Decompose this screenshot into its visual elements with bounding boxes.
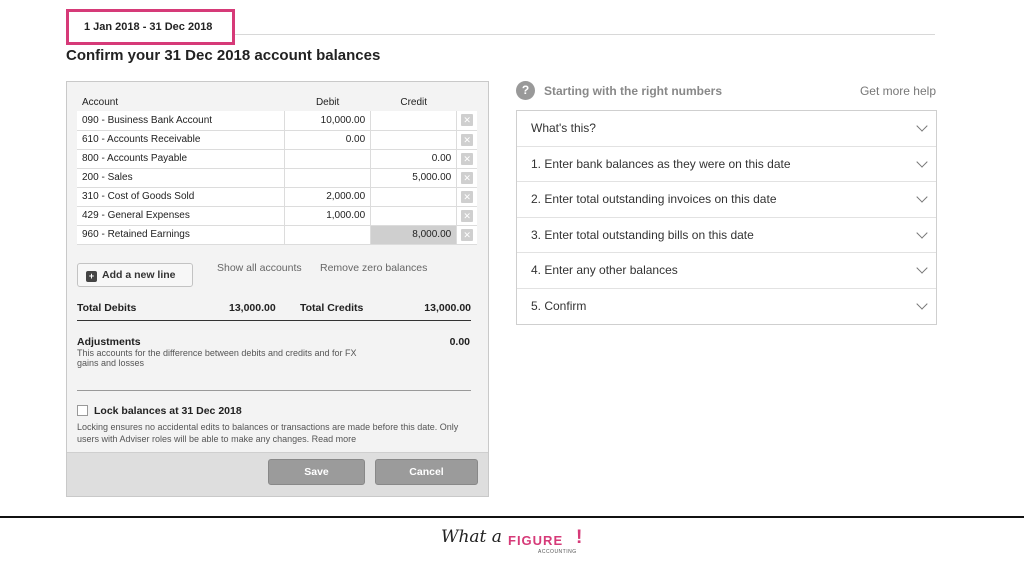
footer-rule bbox=[0, 516, 1024, 518]
header-credit: Credit bbox=[400, 96, 428, 108]
account-cell[interactable]: 429 - General Expenses bbox=[77, 206, 286, 226]
credit-cell[interactable]: 0.00 bbox=[370, 149, 458, 169]
panel-footer: Save Cancel bbox=[67, 452, 488, 496]
credit-cell[interactable]: 5,000.00 bbox=[370, 168, 458, 188]
delete-row-icon[interactable]: ✕ bbox=[461, 152, 474, 165]
save-button[interactable]: Save bbox=[268, 459, 365, 485]
accounts-table: Account Debit Credit 090 - Business Bank… bbox=[77, 93, 477, 245]
divider bbox=[77, 390, 471, 391]
credit-cell[interactable] bbox=[370, 130, 458, 150]
delete-row-icon[interactable]: ✕ bbox=[461, 133, 474, 146]
debit-cell[interactable]: 10,000.00 bbox=[284, 111, 372, 131]
table-row: 800 - Accounts Payable 0.00 ✕ bbox=[77, 149, 477, 169]
delete-row-icon[interactable]: ✕ bbox=[461, 209, 474, 222]
account-cell[interactable]: 200 - Sales bbox=[77, 168, 286, 188]
delete-row-icon[interactable]: ✕ bbox=[461, 228, 474, 241]
question-icon: ? bbox=[516, 81, 535, 100]
account-cell[interactable]: 310 - Cost of Goods Sold bbox=[77, 187, 286, 207]
date-range-tab[interactable]: 1 Jan 2018 - 31 Dec 2018 bbox=[66, 9, 235, 45]
delete-row-icon[interactable]: ✕ bbox=[461, 171, 474, 184]
adjustments-value: 0.00 bbox=[449, 336, 470, 348]
accordion-item-label: 1. Enter bank balances as they were on t… bbox=[531, 156, 791, 171]
add-new-line-button[interactable]: + Add a new line bbox=[77, 263, 193, 287]
delete-row-icon[interactable]: ✕ bbox=[461, 114, 474, 127]
chevron-down-icon bbox=[916, 262, 928, 274]
brand-subtitle: ACCOUNTING bbox=[538, 549, 577, 555]
total-credits-value: 13,000.00 bbox=[424, 302, 471, 314]
accordion-item-whats-this[interactable]: What's this? bbox=[517, 111, 936, 147]
balances-panel: Account Debit Credit 090 - Business Bank… bbox=[66, 81, 489, 497]
chevron-down-icon bbox=[916, 191, 928, 203]
account-cell[interactable]: 960 - Retained Earnings bbox=[77, 225, 286, 245]
credit-cell[interactable] bbox=[370, 206, 458, 226]
cancel-button[interactable]: Cancel bbox=[375, 459, 478, 485]
table-row: 200 - Sales 5,000.00 ✕ bbox=[77, 168, 477, 188]
credit-cell-locked: 8,000.00 bbox=[370, 225, 458, 245]
credit-cell[interactable] bbox=[370, 111, 458, 131]
table-row: 310 - Cost of Goods Sold 2,000.00 ✕ bbox=[77, 187, 477, 207]
table-row: 090 - Business Bank Account 10,000.00 ✕ bbox=[77, 111, 477, 131]
totals-row: Total Debits 13,000.00 Total Credits 13,… bbox=[77, 297, 471, 321]
chevron-down-icon bbox=[916, 120, 928, 132]
total-credits-label: Total Credits bbox=[300, 302, 364, 314]
help-title: Starting with the right numbers bbox=[544, 84, 723, 98]
accordion-item-invoices[interactable]: 2. Enter total outstanding invoices on t… bbox=[517, 182, 936, 218]
page-title: Confirm your 31 Dec 2018 account balance… bbox=[66, 47, 381, 64]
accordion-item-bills[interactable]: 3. Enter total outstanding bills on this… bbox=[517, 218, 936, 253]
add-new-line-label: Add a new line bbox=[102, 269, 176, 281]
debit-cell[interactable]: 1,000.00 bbox=[284, 206, 372, 226]
accordion-item-label: 4. Enter any other balances bbox=[531, 263, 678, 277]
account-cell[interactable]: 610 - Accounts Receivable bbox=[77, 130, 286, 150]
accordion-item-bank-balances[interactable]: 1. Enter bank balances as they were on t… bbox=[517, 147, 936, 182]
help-accordion: What's this? 1. Enter bank balances as t… bbox=[516, 110, 937, 325]
lock-description: Locking ensures no accidental edits to b… bbox=[77, 422, 459, 444]
lock-balances-checkbox[interactable] bbox=[77, 405, 88, 416]
header-account: Account bbox=[82, 96, 119, 108]
chevron-down-icon bbox=[916, 155, 928, 168]
header-spacer bbox=[457, 93, 477, 111]
account-cell[interactable]: 090 - Business Bank Account bbox=[77, 111, 286, 131]
lock-balances-label[interactable]: Lock balances at 31 Dec 2018 bbox=[94, 405, 242, 417]
top-divider bbox=[235, 34, 935, 35]
table-row: 610 - Accounts Receivable 0.00 ✕ bbox=[77, 130, 477, 150]
table-row: 429 - General Expenses 1,000.00 ✕ bbox=[77, 206, 477, 226]
accordion-item-label: 5. Confirm bbox=[531, 298, 587, 313]
debit-cell[interactable] bbox=[284, 168, 372, 188]
accordion-item-label: What's this? bbox=[531, 121, 596, 135]
debit-cell[interactable] bbox=[284, 149, 372, 169]
debit-cell[interactable]: 0.00 bbox=[284, 130, 372, 150]
brand-figure-text: FIGURE bbox=[508, 533, 564, 548]
chevron-down-icon bbox=[916, 226, 928, 239]
total-debits-label: Total Debits bbox=[77, 302, 137, 314]
lock-balances-row: Lock balances at 31 Dec 2018 bbox=[77, 405, 242, 417]
delete-row-icon[interactable]: ✕ bbox=[461, 190, 474, 203]
brand-exclamation: ! bbox=[576, 527, 583, 548]
add-line-icon: + bbox=[86, 271, 97, 282]
header-debit: Debit bbox=[315, 96, 340, 108]
accordion-item-other-balances[interactable]: 4. Enter any other balances bbox=[517, 253, 936, 289]
total-debits-value: 13,000.00 bbox=[229, 302, 276, 314]
adjustments-description: This accounts for the difference between… bbox=[77, 348, 357, 368]
get-more-help-link[interactable]: Get more help bbox=[860, 84, 936, 98]
debit-cell[interactable] bbox=[284, 225, 372, 245]
chevron-down-icon bbox=[916, 297, 928, 310]
brand-script-text: What a bbox=[441, 527, 502, 547]
debit-cell[interactable]: 2,000.00 bbox=[284, 187, 372, 207]
accordion-item-label: 3. Enter total outstanding bills on this… bbox=[531, 227, 754, 242]
credit-cell[interactable] bbox=[370, 187, 458, 207]
table-row: 960 - Retained Earnings 8,000.00 ✕ bbox=[77, 225, 477, 245]
show-all-accounts-link[interactable]: Show all accounts bbox=[217, 262, 302, 274]
account-cell[interactable]: 800 - Accounts Payable bbox=[77, 149, 286, 169]
adjustments-title: Adjustments bbox=[77, 336, 141, 348]
accordion-item-label: 2. Enter total outstanding invoices on t… bbox=[531, 192, 777, 206]
brand-logo: What a FIGURE ! ACCOUNTING bbox=[441, 527, 591, 561]
accordion-item-confirm[interactable]: 5. Confirm bbox=[517, 289, 936, 325]
remove-zero-balances-link[interactable]: Remove zero balances bbox=[320, 262, 427, 274]
